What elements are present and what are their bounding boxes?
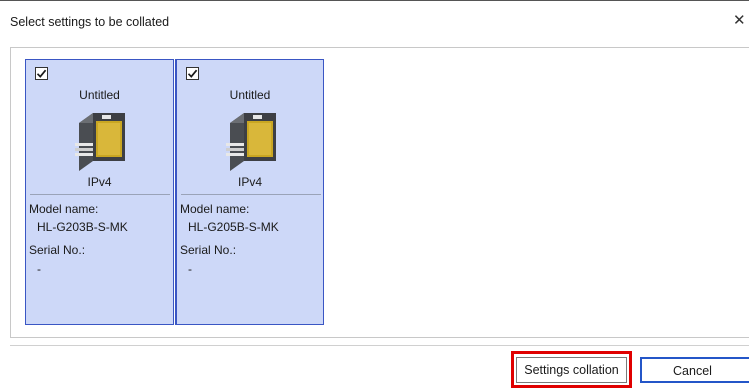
device-checkbox[interactable] [186, 67, 199, 80]
protocol-label: IPv4 [237, 175, 262, 189]
collate-settings-dialog: Select settings to be collated ✕ Untitle… [0, 0, 749, 388]
close-icon[interactable]: ✕ [733, 12, 746, 29]
model-name-value: HL-G205B-S-MK [188, 220, 279, 234]
sensor-device-icon [226, 113, 276, 171]
serial-no-label: Serial No.: [29, 243, 86, 257]
device-name: Untitled [229, 88, 271, 102]
device-checkbox[interactable] [35, 67, 48, 80]
card-divider [30, 194, 170, 195]
settings-collation-button[interactable]: Settings collation [516, 357, 627, 383]
close-button[interactable]: ✕ [733, 10, 749, 32]
device-card[interactable]: Untitled IPv4 Model name: HL-G205B-S-MK … [175, 59, 324, 325]
device-name: Untitled [79, 88, 120, 102]
sensor-device-icon [75, 113, 125, 171]
serial-no-value: - [188, 262, 192, 276]
model-name-label: Model name: [180, 202, 250, 216]
device-card[interactable]: Untitled IPv4 Model name: HL-G203B-S-MK … [25, 59, 174, 325]
model-name-label: Model name: [29, 202, 99, 216]
checkmark-icon [36, 69, 47, 78]
model-name-value: HL-G203B-S-MK [37, 220, 128, 234]
dialog-title: Select settings to be collated [10, 15, 170, 29]
window-top-border [0, 0, 749, 1]
card-divider [181, 194, 321, 195]
serial-no-label: Serial No.: [180, 243, 237, 257]
checkmark-icon [187, 69, 198, 78]
serial-no-value: - [37, 262, 41, 276]
footer-divider [10, 345, 749, 346]
protocol-label: IPv4 [87, 175, 112, 189]
cancel-button[interactable]: Cancel [640, 357, 749, 383]
